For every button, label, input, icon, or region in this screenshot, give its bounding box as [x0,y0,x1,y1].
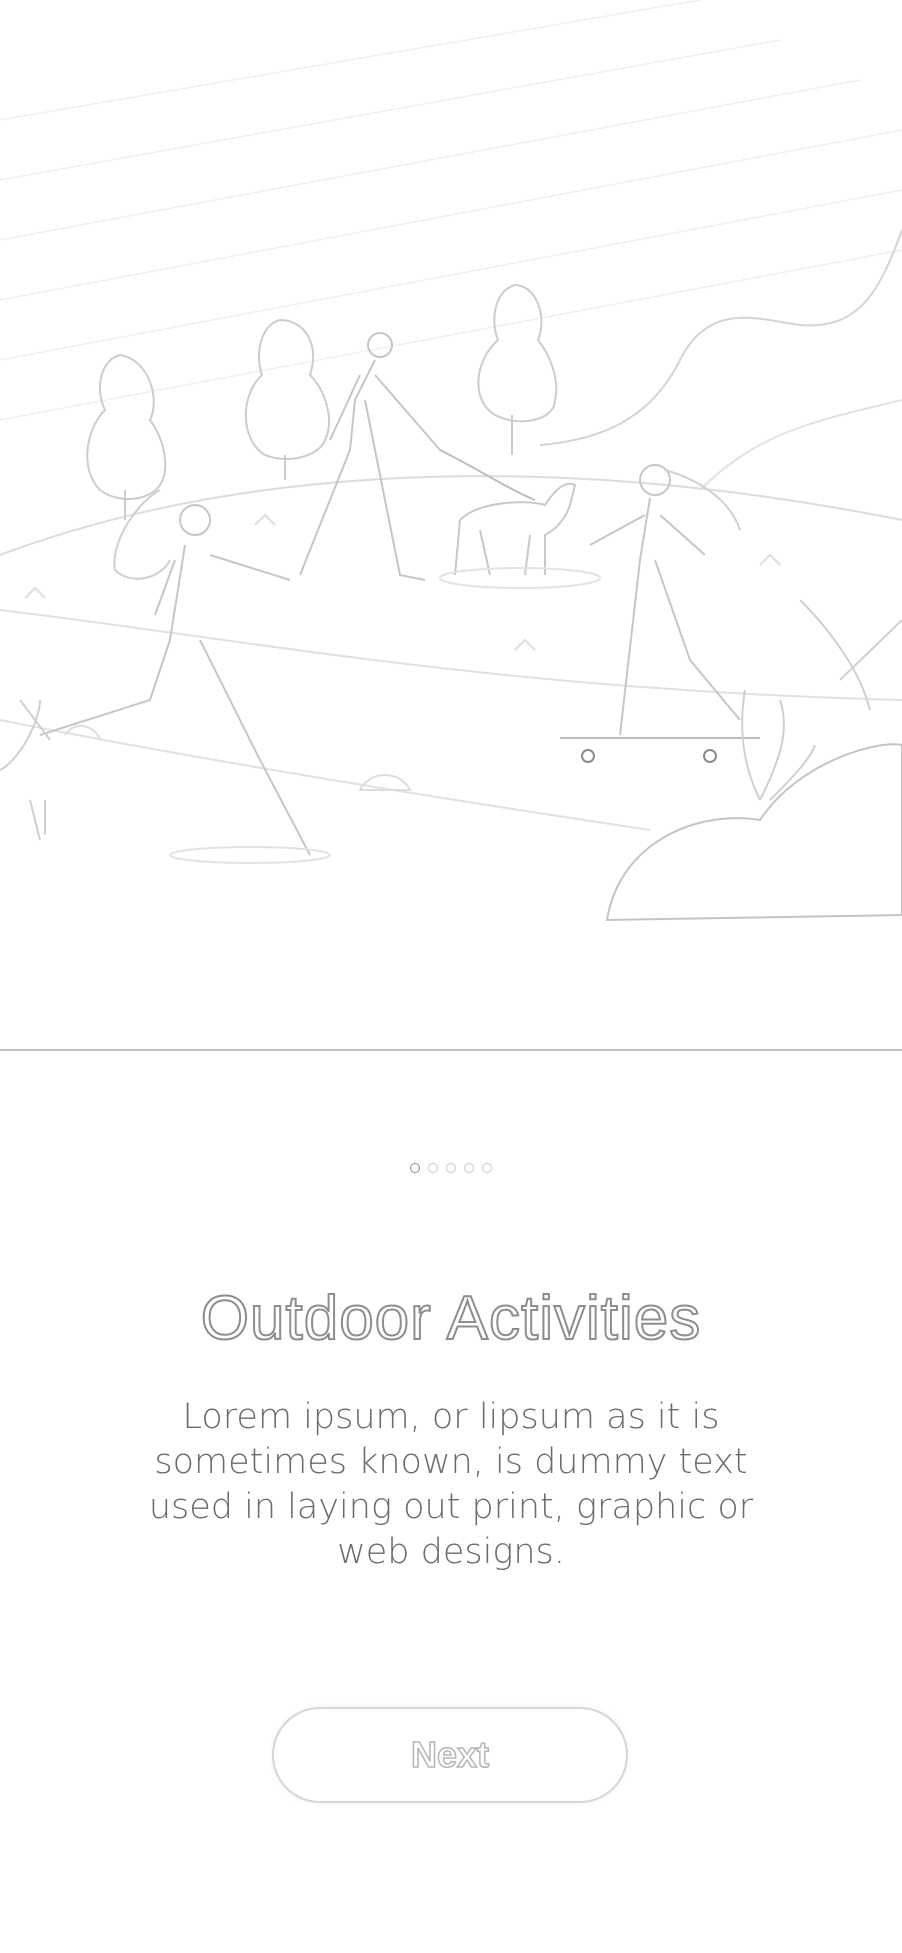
tree-icon [86,283,558,520]
page-dot-5[interactable] [482,1163,492,1173]
page-dot-2[interactable] [428,1163,438,1173]
runner-woman-icon [39,489,331,864]
onboarding-title: Outdoor Activities [200,1283,702,1354]
page-dot-1[interactable] [410,1163,420,1173]
page-indicator [0,1163,902,1173]
next-button[interactable]: Next [272,1707,628,1803]
dog-icon [439,482,601,589]
background-lines-icon [0,0,902,421]
outdoor-activities-illustration [0,0,902,1052]
onboarding-description: Lorem ipsum, or lipsum as it is sometime… [148,1397,754,1572]
skateboarder-icon [560,464,760,763]
plant-icon [0,599,902,841]
walking-man-icon [299,332,536,581]
page-dot-3[interactable] [446,1163,456,1173]
page-dot-4[interactable] [464,1163,474,1173]
